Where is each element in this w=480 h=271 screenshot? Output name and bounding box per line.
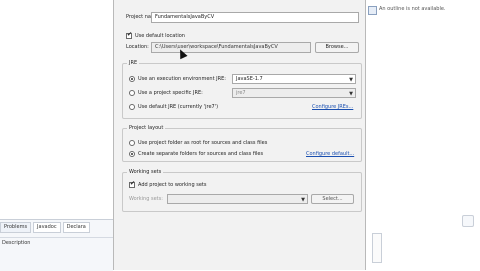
use-default-location-checkbox[interactable] [126,31,132,39]
project-specific-jre-value: jre7 [236,90,246,96]
outline-icon [368,6,377,15]
working-sets-label: Working sets: [129,196,163,202]
configure-default-link[interactable]: Configure default... [306,151,354,157]
execution-environment-select[interactable]: JavaSE-1.7 ▼ [232,74,356,84]
jre-execution-environment-radio[interactable] [129,76,135,82]
layout-separate-radio[interactable] [129,151,135,157]
layout-root-label: Use project folder as root for sources a… [138,140,268,146]
working-sets-title: Working sets [127,169,164,175]
select-button[interactable]: Select... [311,194,354,204]
bottom-tabs: Problems Javadoc Declara [0,222,113,233]
project-layout-title: Project layout [127,125,166,131]
working-sets-select[interactable]: ▼ [167,194,308,204]
chevron-down-icon: ▼ [349,77,353,83]
outline-message: An outline is not available. [379,6,446,12]
tab-problems[interactable]: Problems [0,222,32,233]
column-header-description: Description [2,240,31,246]
add-to-working-sets-label: Add project to working sets [138,182,207,188]
use-default-location-label: Use default location [135,33,185,39]
chevron-down-icon: ▼ [349,91,353,97]
divider [0,237,113,238]
jre-project-specific-radio[interactable] [129,90,135,96]
outline-panel [364,0,480,270]
browse-button[interactable]: Browse... [315,42,359,53]
jre-execution-environment-label: Use an execution environment JRE: [138,76,226,82]
tab-declaration[interactable]: Declara [62,222,90,233]
vertical-scrollbar[interactable] [372,233,382,263]
project-name-input[interactable]: FundamentalsJavaByCV [151,12,359,23]
jre-project-specific-label: Use a project specific JRE: [138,90,203,96]
jre-default-radio[interactable] [129,104,135,110]
working-sets-group [122,172,362,212]
chevron-down-icon: ▼ [301,197,305,203]
location-input[interactable]: C:\Users\user\workspace\FundamentalsJava… [151,42,311,53]
add-to-working-sets-checkbox[interactable] [129,180,135,188]
configure-jres-link[interactable]: Configure JREs... [312,104,353,110]
layout-separate-label: Create separate folders for sources and … [138,151,264,157]
minimize-button[interactable] [462,215,474,227]
project-specific-jre-select[interactable]: jre7 ▼ [232,88,356,98]
location-label: Location: [126,44,149,50]
layout-root-radio[interactable] [129,140,135,146]
tab-javadoc[interactable]: Javadoc [33,222,61,233]
jre-group-title: JRE [127,60,140,66]
jre-default-label: Use default JRE (currently 'jre7') [138,104,219,110]
execution-environment-value: JavaSE-1.7 [236,76,263,82]
new-java-project-dialog: Project name: FundamentalsJavaByCV Use d… [113,0,366,270]
